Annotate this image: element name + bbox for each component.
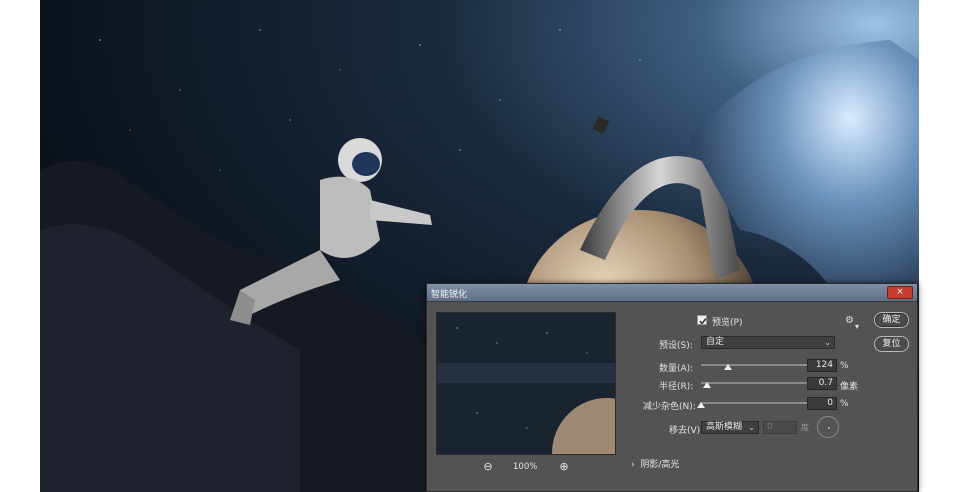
check-icon: [699, 318, 707, 325]
preview-thumbnail[interactable]: [436, 312, 616, 455]
zoom-out-icon[interactable]: ⊖: [481, 460, 495, 474]
radius-slider-track[interactable]: [701, 382, 809, 384]
preset-select[interactable]: 自定 ⌄: [701, 336, 835, 349]
angle-unit: 度: [801, 423, 809, 432]
close-button[interactable]: ×: [887, 286, 913, 299]
preview-checkbox[interactable]: [697, 315, 707, 325]
reset-button[interactable]: 复位: [874, 336, 909, 352]
shadows-highlights-label: 阴影/高光: [640, 460, 680, 470]
preset-label: 预设(S):: [659, 341, 693, 351]
gear-icon[interactable]: ⚙: [845, 315, 854, 326]
remove-label: 移去(V):: [669, 426, 704, 436]
chevron-down-icon: ⌄: [748, 423, 755, 432]
amount-unit: %: [840, 361, 849, 371]
remove-select[interactable]: 高斯模糊 ⌄: [701, 421, 759, 434]
shadows-highlights-toggle[interactable]: › 阴影/高光: [631, 457, 679, 470]
preview-label: 预览(P): [712, 318, 743, 328]
chevron-right-icon: ›: [631, 460, 635, 470]
amount-input[interactable]: 124: [807, 359, 837, 372]
noise-input[interactable]: 0: [807, 397, 837, 410]
dialog-titlebar[interactable]: 智能锐化 ×: [427, 284, 917, 302]
noise-slider-track[interactable]: [701, 402, 809, 404]
angle-dial[interactable]: [817, 416, 839, 438]
preview-image: [437, 313, 615, 454]
amount-slider-thumb[interactable]: [724, 364, 732, 370]
noise-slider-thumb[interactable]: [697, 402, 705, 408]
radius-label: 半径(R):: [659, 382, 694, 392]
chevron-down-icon: ⌄: [824, 338, 831, 347]
dialog-title: 智能锐化: [431, 290, 468, 300]
preset-value: 自定: [706, 337, 725, 347]
zoom-level: 100%: [513, 462, 538, 472]
noise-unit: %: [840, 399, 849, 409]
amount-slider-track[interactable]: [701, 364, 809, 366]
noise-label: 减少杂色(N):: [643, 402, 696, 412]
angle-input[interactable]: 0: [763, 421, 797, 434]
ok-button[interactable]: 确定: [874, 312, 909, 328]
radius-input[interactable]: 0.7: [807, 377, 837, 390]
gear-dropdown-icon[interactable]: ▾: [855, 322, 859, 331]
remove-value: 高斯模糊: [706, 422, 743, 432]
radius-slider-thumb[interactable]: [703, 382, 712, 388]
smart-sharpen-dialog: 智能锐化 × ⊖ 100% ⊕ 预览(P) ⚙ ▾ 确定 复位 预设(S): 自…: [426, 283, 918, 492]
radius-unit: 像素: [840, 382, 859, 392]
zoom-in-icon[interactable]: ⊕: [557, 460, 571, 474]
amount-label: 数量(A):: [659, 364, 694, 374]
